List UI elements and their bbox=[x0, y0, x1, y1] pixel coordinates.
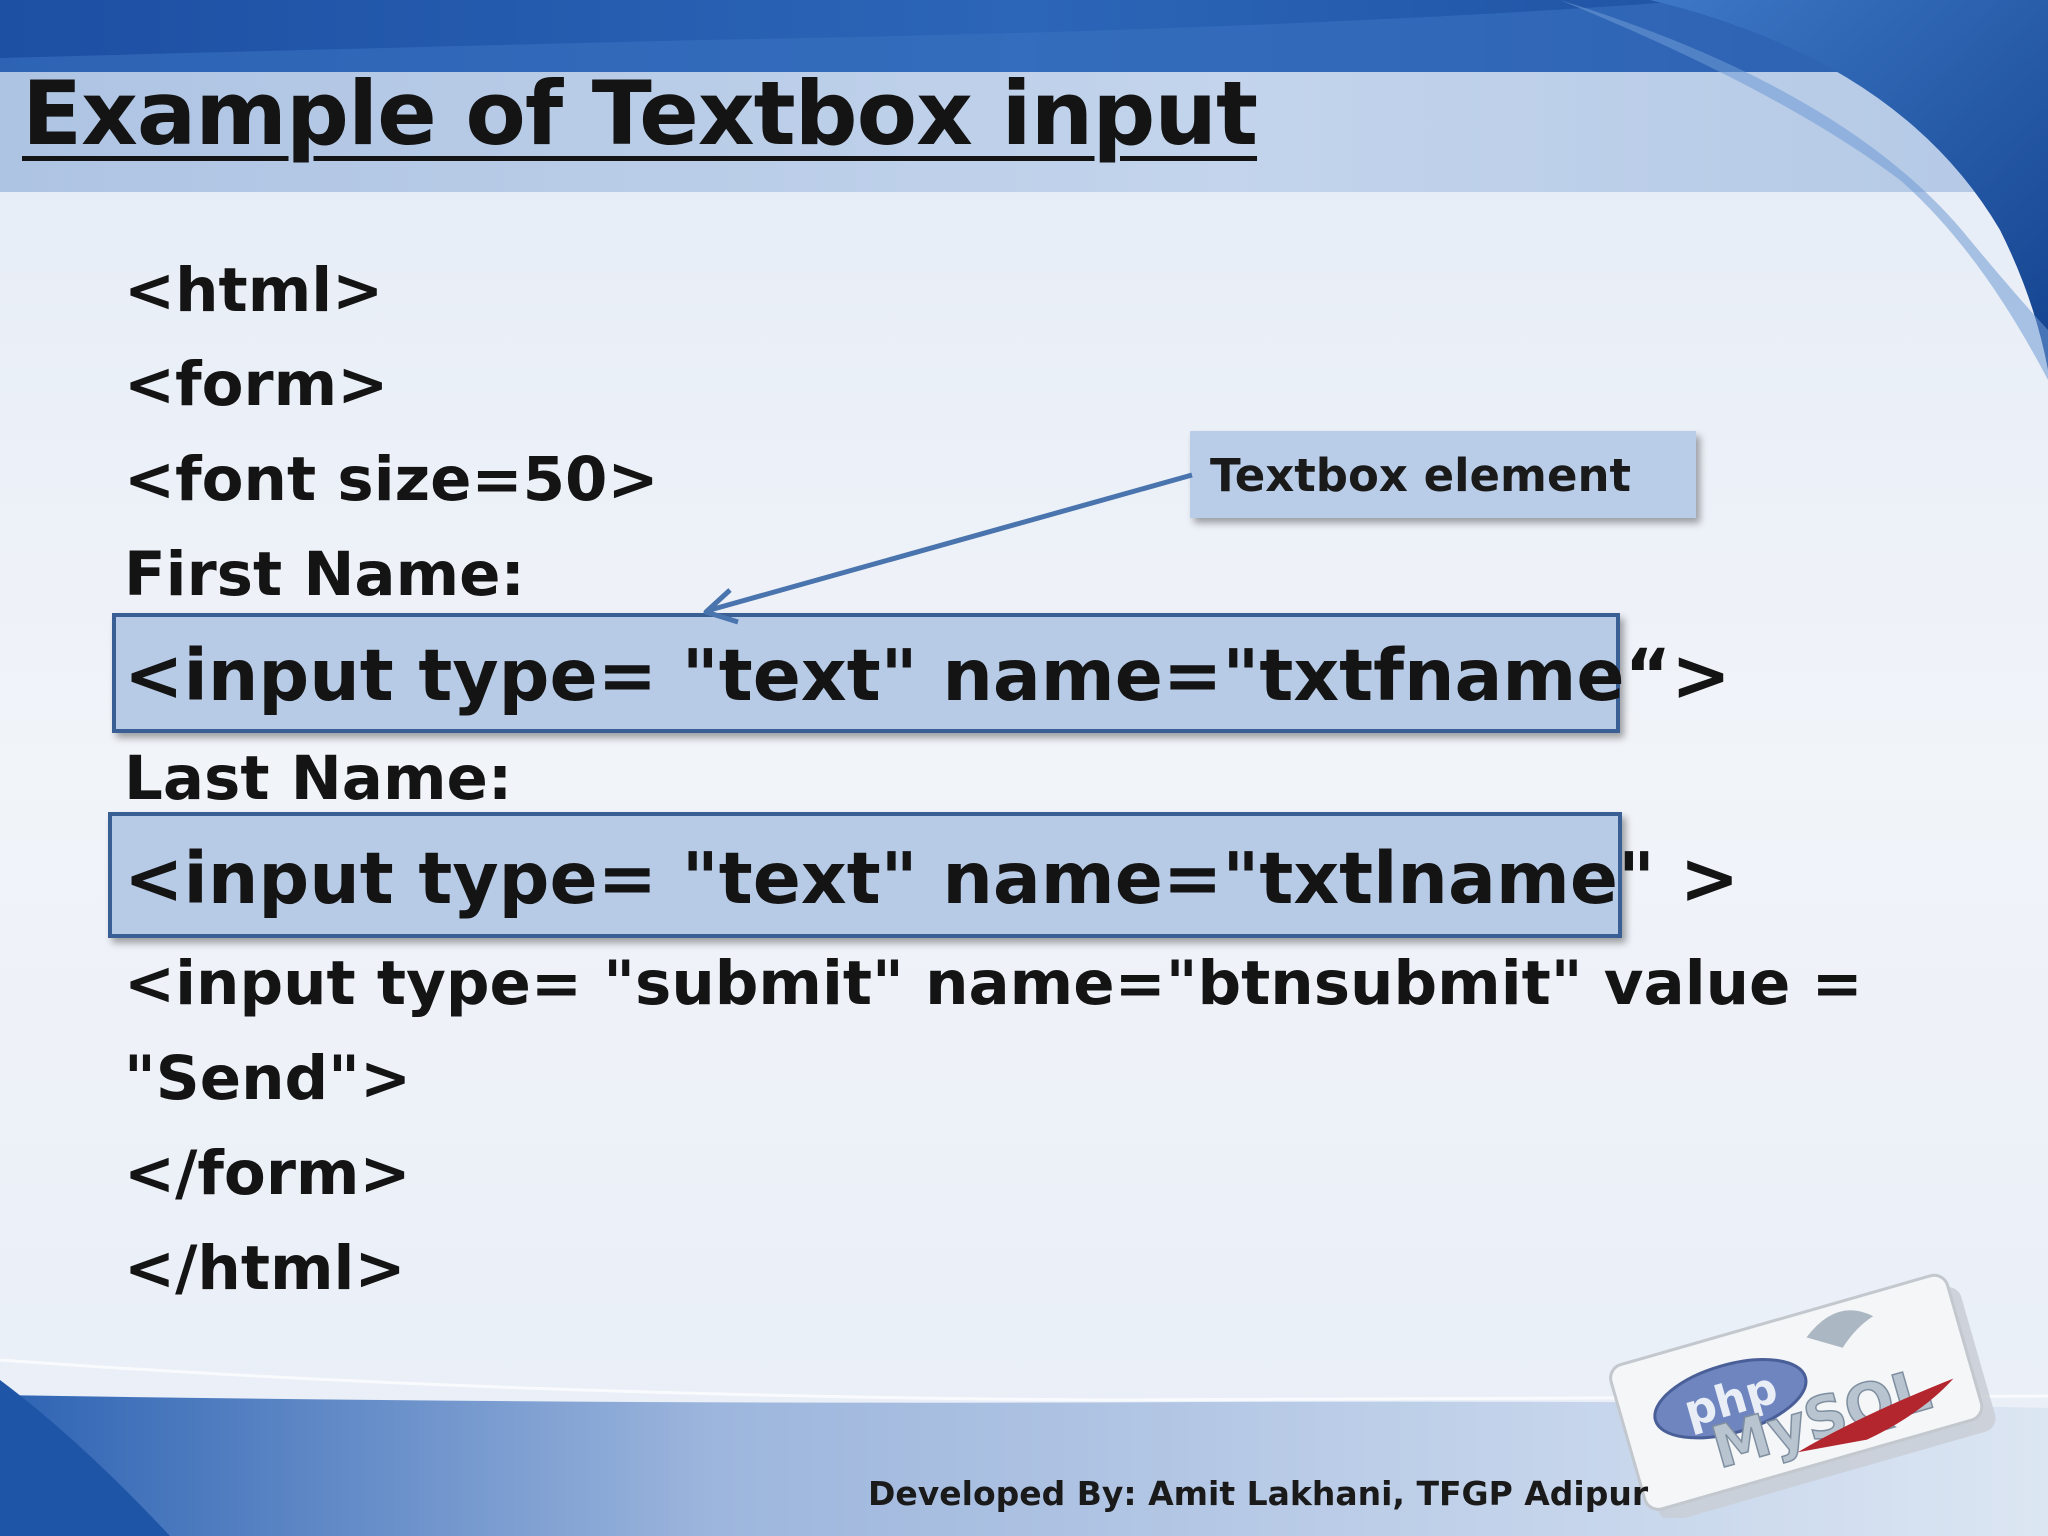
footer-credit: Developed By: Amit Lakhani, TFGP Adipur bbox=[868, 1474, 1649, 1513]
code-line-last-name-label: Last Name: bbox=[124, 743, 513, 814]
code-line-form-close: </form> bbox=[124, 1138, 411, 1209]
code-line-html-open: <html> bbox=[124, 255, 384, 326]
textbox-element-callout: Textbox element bbox=[1190, 431, 1696, 518]
code-line-html-close: </html> bbox=[124, 1233, 406, 1304]
code-line-font-size: <font size=50> bbox=[124, 444, 659, 515]
php-mysql-logo: php MySQL bbox=[1609, 1273, 1996, 1518]
code-line-form-open: <form> bbox=[124, 349, 389, 420]
code-line-submit-value: "Send"> bbox=[124, 1043, 412, 1114]
code-line-last-name-input: <input type= "text" name="txtlname" > bbox=[124, 837, 1740, 920]
code-line-first-name-label: First Name: bbox=[124, 539, 525, 610]
slide-title: Example of Textbox input bbox=[22, 62, 1258, 165]
code-line-submit-input: <input type= "submit" name="btnsubmit" v… bbox=[124, 948, 1863, 1019]
callout-label: Textbox element bbox=[1210, 449, 1632, 502]
code-line-first-name-input: <input type= "text" name="txtfname“> bbox=[124, 634, 1731, 717]
